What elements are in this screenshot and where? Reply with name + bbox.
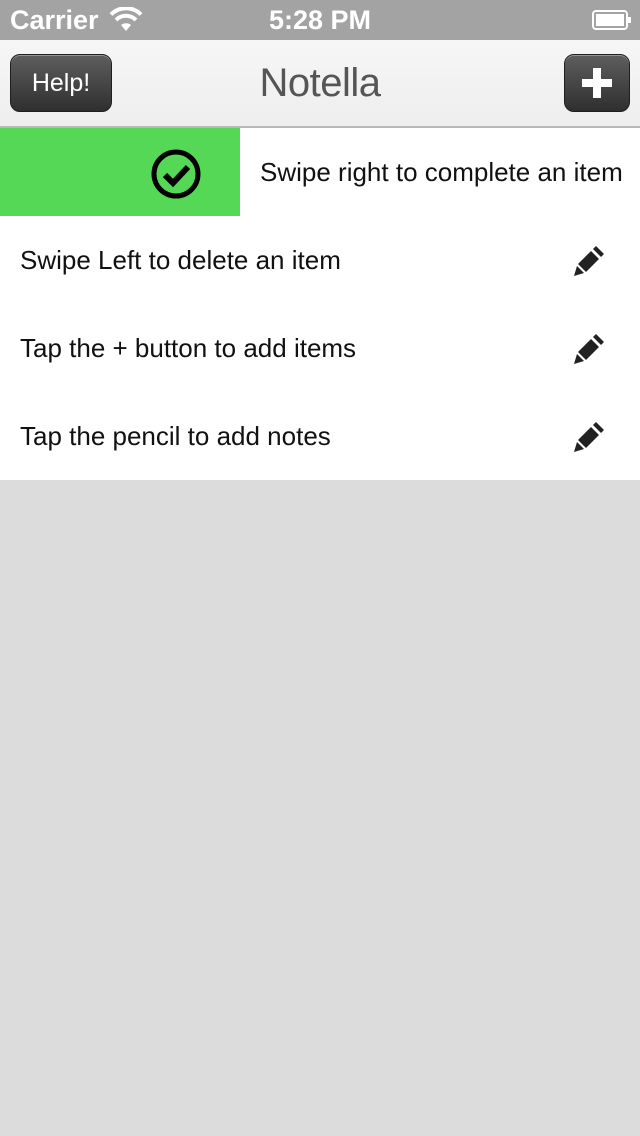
plus-icon <box>582 68 612 98</box>
navigation-bar: Help! Notella <box>0 40 640 128</box>
pencil-icon[interactable] <box>574 246 604 276</box>
status-bar: Carrier 5:28 PM <box>0 0 640 40</box>
pencil-icon[interactable] <box>574 422 604 452</box>
check-circle-icon <box>151 149 201 199</box>
add-item-button[interactable] <box>564 54 630 112</box>
list-item-label: Tap the + button to add items <box>20 333 357 363</box>
list-item[interactable]: Swipe right to complete an item <box>0 128 640 216</box>
page-title: Notella <box>259 61 381 105</box>
list-item-label: Swipe right to complete an item <box>260 157 623 187</box>
list-item[interactable]: Tap the pencil to add notes <box>0 392 640 480</box>
complete-swipe-action <box>0 128 240 216</box>
list-item[interactable]: Swipe Left to delete an item <box>0 216 640 304</box>
list-item[interactable]: Tap the + button to add items <box>0 304 640 392</box>
status-time: 5:28 PM <box>268 5 372 35</box>
list-item-label: Swipe Left to delete an item <box>20 245 341 275</box>
todo-list: Swipe right to complete an item Swipe Le… <box>0 128 640 480</box>
list-item-label: Tap the pencil to add notes <box>20 421 331 451</box>
pencil-icon[interactable] <box>574 334 604 364</box>
battery-icon <box>592 10 631 30</box>
